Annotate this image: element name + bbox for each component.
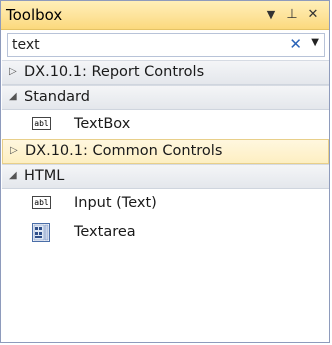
collapse-arrow-icon[interactable]: ◢ [9, 170, 17, 181]
group-label: Standard [24, 89, 90, 105]
toolbox-item-textbox[interactable]: abl TextBox [2, 110, 329, 139]
expand-arrow-icon[interactable]: ▷ [10, 145, 18, 156]
clear-search-icon[interactable]: ✕ [289, 35, 302, 53]
toolbox-panel: Toolbox ▼ ⊥ ✕ text ✕ ▼ ▷ DX.10.1: Report… [0, 0, 330, 343]
group-label: DX.10.1: Report Controls [24, 64, 205, 80]
close-icon[interactable]: ✕ [305, 5, 321, 23]
toolbox-item-input-text[interactable]: abl Input (Text) [2, 189, 329, 218]
panel-title: Toolbox [6, 6, 63, 24]
search-input[interactable]: text ✕ ▼ [7, 33, 325, 57]
toolbox-item-label: Input (Text) [74, 195, 157, 211]
toolbox-item-label: Textarea [74, 224, 136, 240]
expand-arrow-icon[interactable]: ▷ [9, 66, 17, 77]
group-label: HTML [24, 168, 65, 184]
collapse-arrow-icon[interactable]: ◢ [9, 91, 17, 102]
group-header-report-controls[interactable]: ▷ DX.10.1: Report Controls [2, 60, 329, 85]
search-options-dropdown-icon[interactable]: ▼ [311, 37, 319, 48]
group-header-html[interactable]: ◢ HTML [2, 164, 329, 189]
pin-icon[interactable]: ⊥ [284, 5, 300, 23]
group-label: DX.10.1: Common Controls [25, 143, 223, 159]
search-input-value: text [12, 37, 40, 53]
toolbox-list: ▷ DX.10.1: Report Controls ◢ Standard ab… [2, 60, 329, 247]
textarea-icon [32, 223, 50, 242]
textbox-icon: abl [32, 196, 51, 209]
panel-title-bar[interactable]: Toolbox ▼ ⊥ ✕ [1, 1, 329, 30]
window-position-dropdown-icon[interactable]: ▼ [263, 5, 279, 23]
toolbox-item-textarea[interactable]: Textarea [2, 218, 329, 247]
textbox-icon: abl [32, 117, 51, 130]
group-header-common-controls[interactable]: ▷ DX.10.1: Common Controls [2, 139, 329, 164]
group-header-standard[interactable]: ◢ Standard [2, 85, 329, 110]
toolbox-item-label: TextBox [74, 116, 131, 132]
